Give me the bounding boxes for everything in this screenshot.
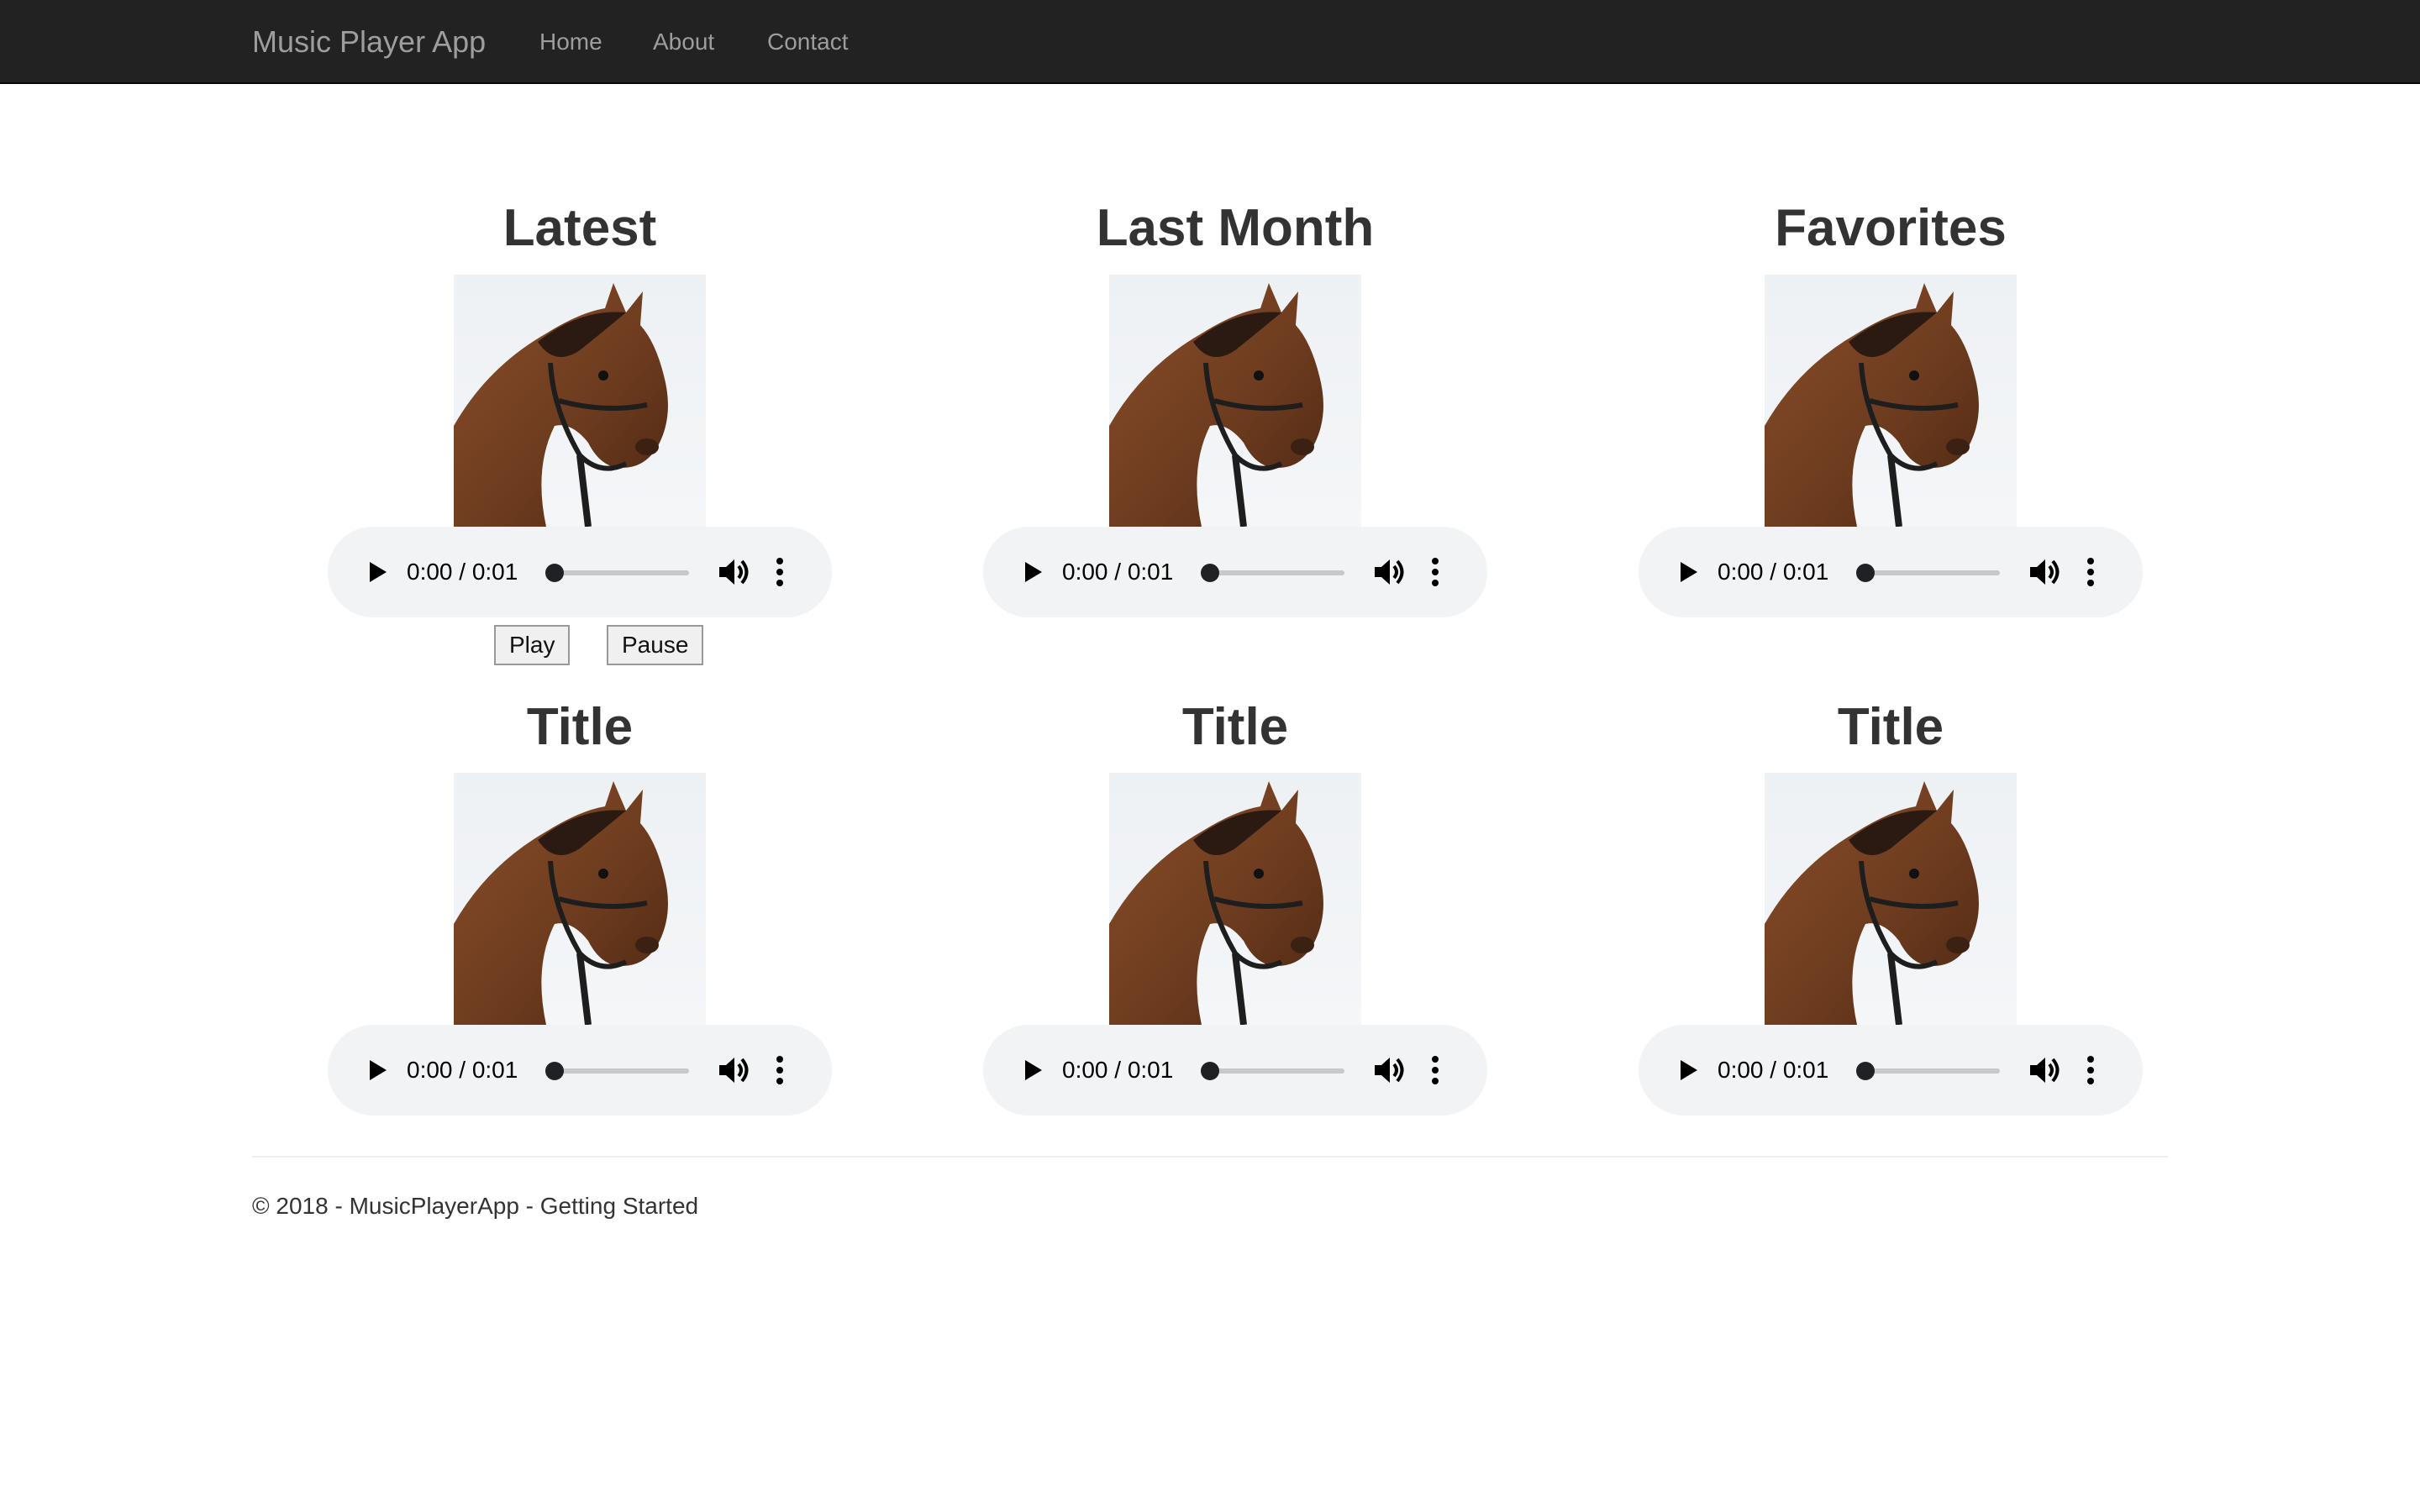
more-options-icon[interactable] bbox=[771, 1053, 788, 1087]
more-options-icon[interactable] bbox=[1427, 1053, 1444, 1087]
player-time: 0:00 / 0:01 bbox=[1718, 1057, 1829, 1083]
seek-slider[interactable] bbox=[1201, 564, 1344, 582]
volume-icon[interactable] bbox=[2027, 1053, 2062, 1087]
navbar: Music Player App Home About Contact bbox=[0, 0, 2420, 84]
play-button[interactable]: Play bbox=[494, 625, 571, 665]
seek-thumb[interactable] bbox=[1856, 1062, 1875, 1080]
play-icon[interactable] bbox=[1015, 1053, 1049, 1087]
brand-link[interactable]: Music Player App bbox=[252, 0, 486, 84]
horse-image bbox=[1109, 773, 1361, 1025]
seek-thumb[interactable] bbox=[545, 564, 564, 582]
horse-image bbox=[1109, 275, 1361, 527]
nav-link-contact[interactable]: Contact bbox=[767, 0, 849, 84]
card-title: Title bbox=[1181, 698, 1289, 756]
player-time: 0:00 / 0:01 bbox=[407, 559, 518, 585]
seek-thumb[interactable] bbox=[1856, 564, 1875, 582]
play-icon[interactable] bbox=[360, 1053, 393, 1087]
play-icon[interactable] bbox=[1015, 555, 1049, 589]
card-title-1: Title 0:00 / 0:01 bbox=[328, 694, 832, 1116]
card-title: Favorites bbox=[1775, 199, 2007, 257]
audio-player: 0:00 / 0:01 bbox=[1639, 1025, 2143, 1116]
card-title: Title bbox=[1837, 698, 1944, 756]
card-title-2: Title 0:00 / 0:01 bbox=[983, 694, 1487, 1116]
volume-icon[interactable] bbox=[716, 555, 751, 589]
more-options-icon[interactable] bbox=[2082, 555, 2099, 589]
audio-player: 0:00 / 0:01 bbox=[983, 1025, 1487, 1116]
seek-slider[interactable] bbox=[1856, 564, 2000, 582]
card-last-month: Last Month 0:00 / 0:01 bbox=[983, 195, 1487, 617]
horse-image bbox=[1765, 275, 2017, 527]
play-icon[interactable] bbox=[1670, 1053, 1704, 1087]
card-title-3: Title 0:00 / 0:01 bbox=[1639, 694, 2143, 1116]
volume-icon[interactable] bbox=[2027, 555, 2062, 589]
pause-button[interactable]: Pause bbox=[607, 625, 704, 665]
volume-icon[interactable] bbox=[1371, 1053, 1407, 1087]
horse-image bbox=[1765, 773, 2017, 1025]
volume-icon[interactable] bbox=[1371, 555, 1407, 589]
audio-player: 0:00 / 0:01 bbox=[328, 1025, 832, 1116]
footer-divider bbox=[252, 1156, 2168, 1158]
seek-thumb[interactable] bbox=[1201, 564, 1219, 582]
player-time: 0:00 / 0:01 bbox=[1062, 1057, 1174, 1083]
horse-image bbox=[454, 275, 706, 527]
play-icon[interactable] bbox=[1670, 555, 1704, 589]
more-options-icon[interactable] bbox=[771, 555, 788, 589]
playback-controls: Play Pause bbox=[328, 625, 832, 665]
volume-icon[interactable] bbox=[716, 1053, 751, 1087]
footer-text: © 2018 - MusicPlayerApp - Getting Starte… bbox=[252, 1193, 699, 1219]
card-title: Last Month bbox=[1096, 199, 1375, 257]
audio-player: 0:00 / 0:01 bbox=[328, 527, 832, 617]
seek-thumb[interactable] bbox=[1201, 1062, 1219, 1080]
horse-image bbox=[454, 773, 706, 1025]
more-options-icon[interactable] bbox=[2082, 1053, 2099, 1087]
audio-player: 0:00 / 0:01 bbox=[983, 527, 1487, 617]
seek-slider[interactable] bbox=[1856, 1062, 2000, 1080]
player-time: 0:00 / 0:01 bbox=[1718, 559, 1829, 585]
nav-link-about[interactable]: About bbox=[653, 0, 714, 84]
card-title: Title bbox=[526, 698, 634, 756]
audio-player: 0:00 / 0:01 bbox=[1639, 527, 2143, 617]
nav-link-home[interactable]: Home bbox=[539, 0, 602, 84]
player-time: 0:00 / 0:01 bbox=[407, 1057, 518, 1083]
player-time: 0:00 / 0:01 bbox=[1062, 559, 1174, 585]
card-favorites: Favorites 0:00 / 0:01 bbox=[1639, 195, 2143, 617]
more-options-icon[interactable] bbox=[1427, 555, 1444, 589]
seek-thumb[interactable] bbox=[545, 1062, 564, 1080]
seek-slider[interactable] bbox=[545, 1062, 689, 1080]
seek-slider[interactable] bbox=[1201, 1062, 1344, 1080]
card-title: Latest bbox=[502, 199, 657, 257]
seek-slider[interactable] bbox=[545, 564, 689, 582]
play-icon[interactable] bbox=[360, 555, 393, 589]
card-latest: Latest 0:00 / 0:01 Play Pause bbox=[328, 195, 832, 665]
